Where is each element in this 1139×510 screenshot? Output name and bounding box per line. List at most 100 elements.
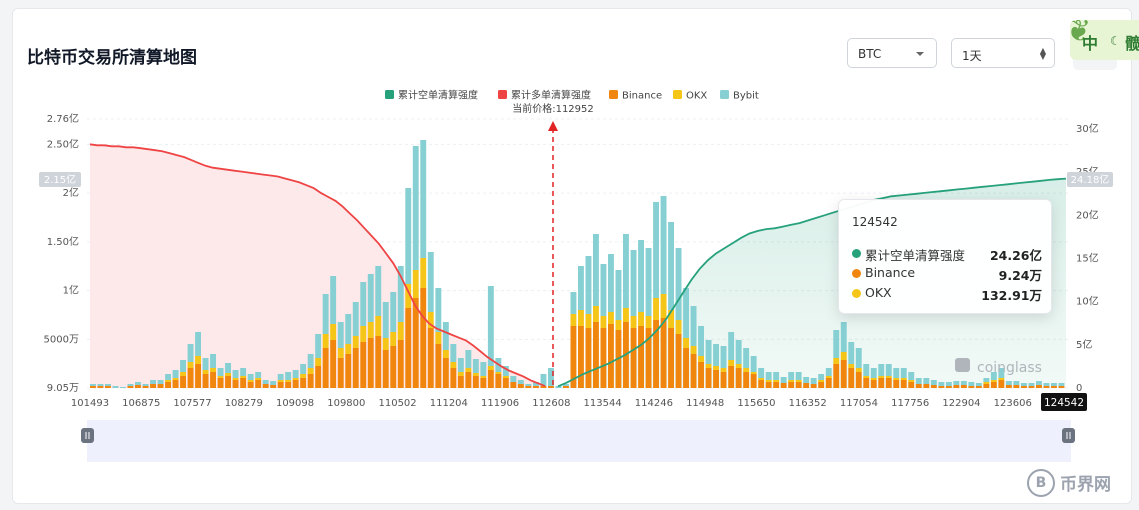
bar-okx <box>720 368 727 372</box>
legend-swatch <box>385 90 394 99</box>
bar-okx <box>893 378 900 380</box>
bar-bybit <box>525 384 532 386</box>
bar-binance <box>998 380 1005 388</box>
bar-bybit <box>795 372 802 380</box>
legend-swatch <box>498 90 507 99</box>
tooltip-dot-binance <box>852 269 861 278</box>
bar-binance <box>825 378 832 388</box>
bar-binance <box>277 382 284 388</box>
bar-bybit <box>915 378 922 384</box>
tooltip-row-okx: OKX 132.91万 <box>852 285 1042 303</box>
bar-okx <box>345 344 352 354</box>
bar-bybit <box>135 382 141 385</box>
bar-okx <box>690 346 697 354</box>
bar-binance <box>382 350 389 388</box>
bar-bybit <box>593 234 599 306</box>
legend-swatch <box>720 90 729 99</box>
bar-binance <box>923 384 930 388</box>
bar-okx <box>360 326 367 342</box>
crosshair-x-badge: 124542 <box>1041 393 1087 411</box>
bar-binance <box>337 358 344 388</box>
bar-binance <box>187 368 194 388</box>
bar-bybit <box>720 346 727 368</box>
bar-okx <box>743 368 750 372</box>
bar-bybit <box>713 344 719 366</box>
bar-binance <box>743 372 750 388</box>
x-axis: 101493 106875 107577 108279 109098 109800 1105… <box>71 398 1083 409</box>
legend-label: OKX <box>686 91 707 102</box>
bar-bybit <box>165 374 171 380</box>
bar-okx <box>593 306 599 322</box>
bar-bybit <box>840 322 847 352</box>
bar-bybit <box>300 364 307 374</box>
bar-bybit <box>810 378 817 384</box>
bar-binance <box>292 380 299 388</box>
x-tick-label: 111204 <box>430 398 468 409</box>
bar-okx <box>315 358 322 366</box>
bar-binance <box>180 376 186 388</box>
bar-okx <box>773 380 780 382</box>
bar-okx <box>435 332 442 344</box>
bar-bybit <box>1043 383 1050 386</box>
bar-bybit <box>608 254 614 312</box>
bar-bybit <box>1021 383 1027 386</box>
bar-bybit <box>653 202 659 298</box>
bar-okx <box>585 314 592 328</box>
bar-binance <box>517 384 524 388</box>
tooltip-value: 132.91万 <box>981 288 1042 303</box>
range-slider-handle-left[interactable] <box>81 428 94 443</box>
bar-bybit <box>322 294 329 334</box>
bar-okx <box>412 270 419 298</box>
chart-legend[interactable]: 累计空单清算强度 累计多单清算强度 Binance OKX Bybit <box>385 89 759 102</box>
bar-bybit <box>172 370 179 378</box>
bar-binance <box>893 380 900 388</box>
bar-okx <box>735 364 742 368</box>
bar-okx <box>990 380 997 382</box>
bar-okx <box>472 373 479 376</box>
bar-bybit <box>352 302 359 336</box>
bar-binance <box>322 348 329 388</box>
legend-swatch <box>609 90 618 99</box>
left-tick-label: 1.50亿 <box>47 235 79 248</box>
bar-bybit <box>630 250 637 316</box>
bar-okx <box>855 368 862 372</box>
bar-okx <box>480 376 487 378</box>
bar-bybit <box>360 282 367 326</box>
bar-bybit <box>285 372 292 380</box>
range-slider-handle-right[interactable] <box>1062 428 1075 443</box>
legend-label: 累计多单清算强度 <box>511 89 591 102</box>
bar-bybit <box>292 370 299 378</box>
bar-bybit <box>870 368 877 378</box>
bar-bybit <box>465 350 472 368</box>
bar-bybit <box>105 384 111 386</box>
right-marker-text: 24.18亿 <box>1071 173 1110 186</box>
bar-binance <box>315 366 322 388</box>
bar-okx <box>300 374 307 378</box>
bar-bybit <box>217 368 224 376</box>
bar-okx <box>322 334 329 348</box>
bar-binance <box>548 386 554 388</box>
bar-okx <box>292 378 299 380</box>
range-slider-track[interactable] <box>87 420 1071 462</box>
bar-bybit <box>683 288 689 338</box>
bar-okx <box>833 358 840 364</box>
bar-binance <box>990 382 997 388</box>
bar-bybit <box>953 381 960 385</box>
bar-binance <box>525 386 532 388</box>
bottom-watermark: B 币界网 <box>1024 466 1134 500</box>
bar-bybit <box>765 372 772 380</box>
bar-binance <box>810 384 817 388</box>
right-marker: 24.18亿 <box>1067 172 1113 187</box>
bar-binance <box>630 328 637 388</box>
bar-binance <box>150 384 156 388</box>
bar-bybit <box>435 288 442 332</box>
bar-bybit <box>825 368 832 376</box>
bar-okx <box>638 312 644 326</box>
bar-okx <box>848 364 855 368</box>
bar-binance <box>195 364 201 388</box>
bar-binance <box>157 384 164 388</box>
bar-binance <box>600 328 607 388</box>
bar-okx <box>645 316 652 328</box>
bar-binance <box>780 383 787 388</box>
bar-bybit <box>480 362 487 376</box>
